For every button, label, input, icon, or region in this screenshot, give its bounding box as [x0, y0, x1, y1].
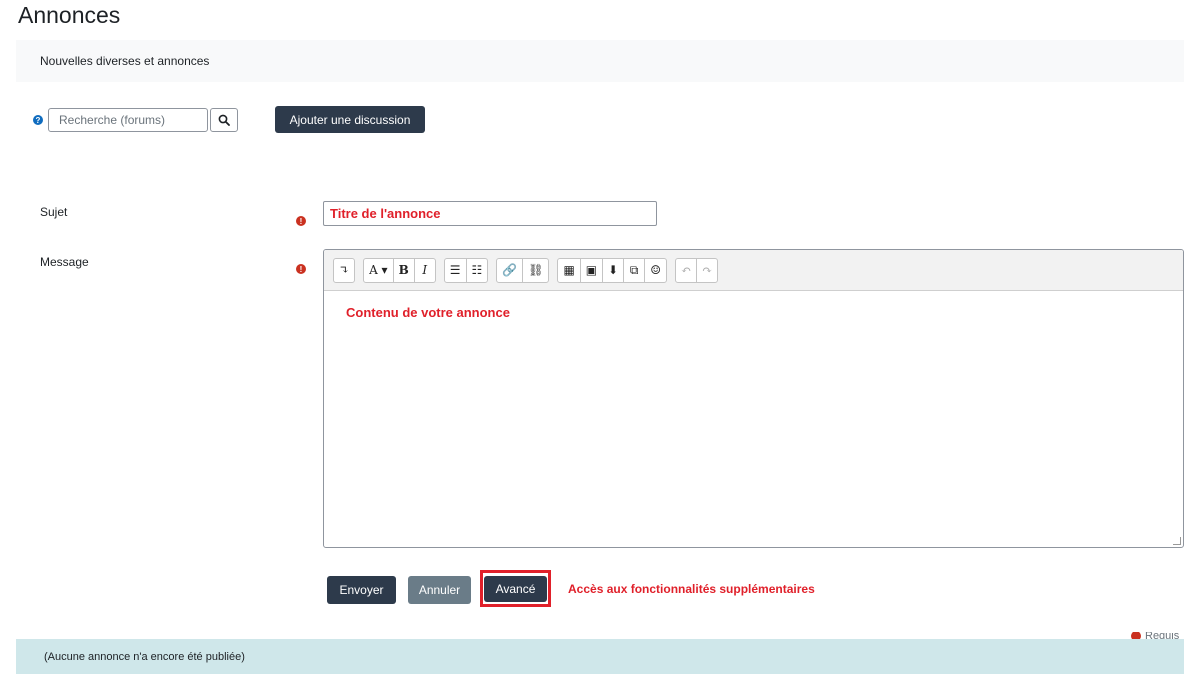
toolbar-group: ↴ [333, 257, 356, 283]
exclamation-circle-icon: ! [296, 216, 306, 226]
exclamation-circle-icon: ! [296, 264, 306, 274]
toolbar-group: ↶ ↷ [674, 257, 719, 283]
unordered-list-icon[interactable]: ☰ [443, 257, 467, 283]
media-icon[interactable]: ▣ [579, 257, 604, 283]
unlink-icon[interactable]: ⛓ [522, 257, 550, 283]
search-input[interactable] [48, 108, 208, 132]
redo-icon[interactable]: ↷ [696, 257, 719, 283]
cancel-button[interactable]: Annuler [408, 576, 471, 604]
forum-intro: Nouvelles diverses et annonces [16, 40, 1184, 82]
expand-toolbar-icon[interactable]: ↴ [333, 257, 356, 283]
subject-input[interactable] [323, 201, 657, 226]
magnifier-icon [218, 114, 230, 126]
forum-intro-text: Nouvelles diverses et annonces [40, 54, 210, 68]
font-style-icon[interactable]: A ▾ [363, 257, 394, 283]
toolbar-group: ☰ ☷ [443, 257, 489, 283]
subject-label: Sujet [40, 205, 68, 219]
toolbar-group: 🔗 ⛓ [496, 257, 550, 283]
message-editor[interactable]: ↴ A ▾ B I ☰ ☷ 🔗 ⛓ ▦ ▣ ⬇ ⧉ ☺ ↶ ↷ Contenu de votre annon… [323, 249, 1184, 548]
emoticon-icon[interactable]: ☺ [644, 257, 667, 283]
toolbar-group: A ▾ B I [363, 257, 436, 283]
bold-icon[interactable]: B [392, 257, 415, 283]
advanced-button[interactable]: Avancé [484, 576, 547, 602]
no-announcements-notice: (Aucune annonce n'a encore été publiée) [16, 639, 1184, 674]
editor-toolbar: ↴ A ▾ B I ☰ ☷ 🔗 ⛓ ▦ ▣ ⬇ ⧉ ☺ ↶ ↷ [324, 250, 1183, 291]
add-discussion-button[interactable]: Ajouter une discussion [275, 106, 425, 133]
message-content[interactable]: Contenu de votre annonce [324, 291, 1183, 334]
message-label: Message [40, 255, 89, 269]
toolbar-group: ▦ ▣ ⬇ ⧉ ☺ [557, 257, 667, 283]
question-circle-icon[interactable]: ? [33, 115, 43, 125]
image-icon[interactable]: ▦ [557, 257, 581, 283]
send-button[interactable]: Envoyer [327, 576, 396, 604]
notice-text: (Aucune annonce n'a encore été publiée) [44, 651, 245, 663]
resize-handle[interactable] [1173, 537, 1181, 545]
advanced-annotation: Accès aux fonctionnalités supplémentaire… [568, 582, 815, 596]
undo-icon[interactable]: ↶ [674, 257, 698, 283]
paste-icon[interactable]: ⧉ [623, 257, 646, 283]
record-icon[interactable]: ⬇ [602, 257, 625, 283]
search-button[interactable] [210, 108, 238, 132]
italic-icon[interactable]: I [413, 257, 436, 283]
page-title: Annonces [18, 2, 121, 28]
link-icon[interactable]: 🔗 [496, 257, 524, 283]
ordered-list-icon[interactable]: ☷ [465, 257, 489, 283]
